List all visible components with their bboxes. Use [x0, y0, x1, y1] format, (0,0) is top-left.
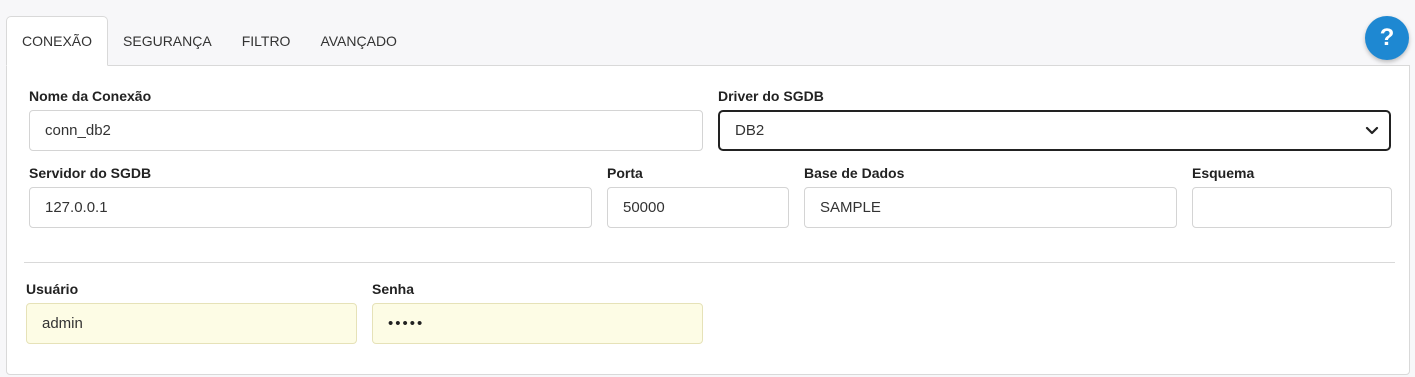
driver-field: Driver do SGDB DB2 — [718, 88, 1391, 151]
connection-panel: Nome da Conexão conn_db2 Driver do SGDB … — [6, 65, 1410, 375]
driver-value: DB2 — [735, 122, 765, 139]
schema-label: Esquema — [1192, 165, 1255, 181]
user-value: admin — [42, 315, 83, 332]
database-input[interactable]: SAMPLE — [804, 187, 1177, 228]
port-label: Porta — [607, 165, 643, 181]
tab-filtro[interactable]: FILTRO — [227, 16, 306, 66]
password-input[interactable]: ••••• — [372, 303, 703, 344]
schema-input[interactable] — [1192, 187, 1392, 228]
schema-field: Esquema — [1192, 165, 1392, 228]
user-label: Usuário — [26, 281, 79, 297]
database-label: Base de Dados — [804, 165, 905, 181]
connection-name-value: conn_db2 — [45, 122, 111, 139]
connection-name-label: Nome da Conexão — [29, 88, 152, 104]
database-field: Base de Dados SAMPLE — [804, 165, 1177, 228]
section-divider — [24, 262, 1395, 263]
port-input[interactable]: 50000 — [607, 187, 789, 228]
user-input[interactable]: admin — [26, 303, 357, 344]
tab-bar: CONEXÃO SEGURANÇA FILTRO AVANÇADO — [6, 16, 412, 66]
password-field: Senha ••••• — [372, 281, 703, 344]
port-field: Porta 50000 — [607, 165, 789, 228]
driver-select[interactable]: DB2 — [718, 110, 1391, 151]
server-value: 127.0.0.1 — [45, 199, 108, 216]
connection-name-input[interactable]: conn_db2 — [29, 110, 703, 151]
server-field: Servidor do SGDB 127.0.0.1 — [29, 165, 592, 228]
driver-label: Driver do SGDB — [718, 88, 824, 104]
password-value: ••••• — [388, 315, 425, 332]
tab-conexao[interactable]: CONEXÃO — [6, 16, 109, 66]
user-field: Usuário admin — [26, 281, 357, 344]
tab-avancado[interactable]: AVANÇADO — [305, 16, 412, 66]
chevron-down-icon — [1365, 126, 1379, 134]
help-button[interactable]: ? — [1365, 16, 1409, 60]
port-value: 50000 — [623, 199, 665, 216]
tab-seguranca[interactable]: SEGURANÇA — [108, 16, 227, 66]
connection-name-field: Nome da Conexão conn_db2 — [29, 88, 703, 151]
server-input[interactable]: 127.0.0.1 — [29, 187, 592, 228]
password-label: Senha — [372, 281, 415, 297]
server-label: Servidor do SGDB — [29, 165, 152, 181]
help-icon: ? — [1379, 24, 1395, 51]
database-value: SAMPLE — [820, 199, 881, 216]
